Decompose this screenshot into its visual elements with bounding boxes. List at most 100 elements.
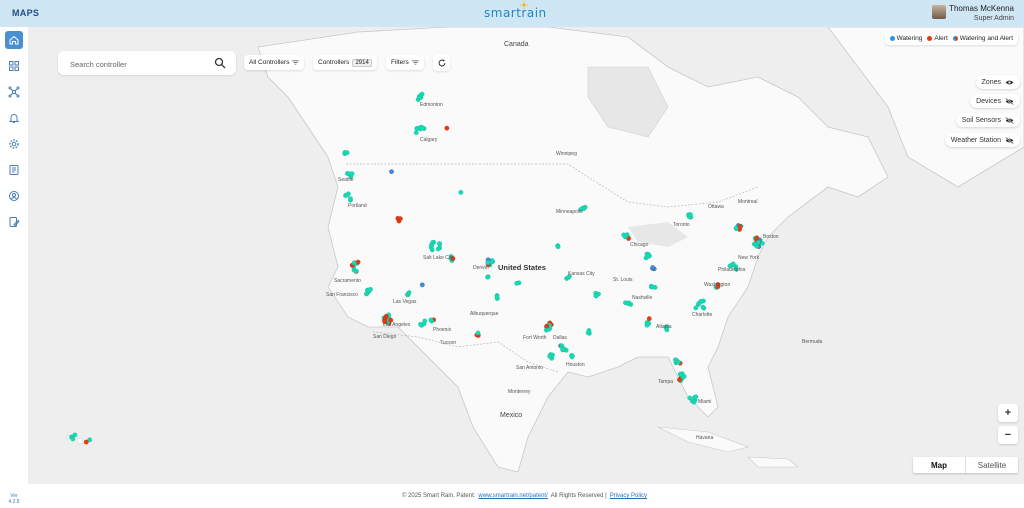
controller-marker[interactable] (349, 171, 355, 177)
layer-toggle-weather-station[interactable]: Weather Station (944, 133, 1020, 147)
filters-button[interactable]: Filters (386, 55, 424, 70)
controller-marker[interactable] (458, 190, 464, 195)
dashboard-grid-icon (9, 61, 19, 71)
privacy-policy-link[interactable]: Privacy Policy (610, 493, 647, 499)
controller-marker[interactable] (437, 241, 442, 246)
controller-marker[interactable] (626, 300, 632, 306)
controller-marker[interactable] (406, 290, 412, 295)
controller-marker[interactable] (418, 321, 423, 327)
map-type-satellite-button[interactable]: Satellite (966, 457, 1018, 473)
controller-filter-dropdown[interactable]: All Controllers (244, 55, 305, 70)
controller-marker[interactable] (755, 239, 761, 245)
controller-marker[interactable] (351, 260, 357, 266)
controller-marker[interactable] (621, 232, 627, 238)
sidebar-item-edit[interactable] (5, 213, 23, 231)
controller-marker[interactable] (475, 330, 481, 336)
sidebar-item-reports[interactable] (5, 161, 23, 179)
controller-marker[interactable] (444, 125, 450, 131)
controller-marker[interactable] (419, 282, 425, 288)
controllers-count-badge: 2914 (352, 58, 372, 67)
controller-marker[interactable] (677, 377, 682, 383)
refresh-button[interactable] (433, 54, 450, 71)
refresh-icon (438, 58, 445, 66)
controller-marker[interactable] (646, 254, 651, 259)
map-canvas[interactable]: Canada United States Mexico Edmonton Cal… (28, 27, 1024, 484)
controller-marker[interactable] (547, 354, 553, 359)
controller-marker[interactable] (422, 318, 428, 324)
controller-marker[interactable] (569, 354, 575, 360)
controller-marker[interactable] (419, 91, 425, 97)
sidebar-item-settings[interactable] (5, 135, 23, 153)
controller-marker[interactable] (737, 224, 743, 229)
controller-marker[interactable] (544, 323, 550, 329)
controller-marker[interactable] (83, 439, 89, 445)
controller-marker[interactable] (494, 295, 500, 300)
controller-marker[interactable] (428, 317, 434, 323)
controller-marker[interactable] (644, 322, 650, 328)
search-input[interactable] (68, 56, 212, 72)
watering-alert-dot-icon (952, 35, 958, 41)
controller-marker[interactable] (754, 243, 760, 249)
map-label-city: San Francisco (326, 292, 358, 298)
controller-marker[interactable] (754, 235, 760, 241)
controller-marker[interactable] (555, 244, 561, 250)
sun-icon (520, 1, 528, 9)
controller-marker[interactable] (687, 395, 693, 401)
controller-marker[interactable] (435, 246, 441, 252)
controller-marker[interactable] (514, 280, 520, 286)
controller-marker[interactable] (693, 305, 699, 311)
layer-toggle-zones[interactable]: Zones (975, 75, 1020, 89)
controller-marker[interactable] (593, 293, 599, 298)
controller-marker[interactable] (383, 314, 389, 319)
search-box (58, 51, 236, 75)
patent-link[interactable]: www.smartrain.net/patent/ (478, 493, 547, 499)
controller-marker[interactable] (344, 150, 350, 156)
controller-marker[interactable] (691, 399, 697, 405)
controller-marker[interactable] (366, 287, 372, 293)
controller-marker[interactable] (344, 192, 350, 198)
controller-marker[interactable] (429, 243, 434, 248)
controller-marker[interactable] (650, 265, 656, 270)
controller-marker[interactable] (348, 196, 353, 202)
search-icon[interactable] (214, 57, 226, 69)
controller-marker[interactable] (419, 125, 425, 131)
sidebar-item-network[interactable] (5, 83, 23, 101)
filters-label: Filters (391, 59, 409, 66)
controller-marker[interactable] (646, 316, 652, 321)
controller-marker[interactable] (681, 374, 687, 379)
legend-item-watering: Watering (889, 35, 922, 42)
controller-marker[interactable] (353, 268, 359, 274)
controller-marker[interactable] (673, 357, 678, 363)
avatar[interactable] (932, 5, 947, 19)
sidebar-item-alerts[interactable] (5, 109, 23, 127)
eye-icon (1005, 80, 1014, 84)
controller-marker[interactable] (489, 258, 495, 263)
controller-marker[interactable] (688, 212, 693, 217)
controller-marker[interactable] (586, 328, 592, 333)
controller-marker[interactable] (677, 372, 683, 377)
controller-marker[interactable] (416, 95, 422, 101)
controller-marker[interactable] (72, 432, 78, 438)
zoom-in-button[interactable]: + (998, 404, 1018, 422)
controller-marker[interactable] (398, 216, 403, 222)
controller-marker[interactable] (70, 436, 76, 442)
controller-marker[interactable] (696, 300, 702, 306)
sidebar-item-dashboard[interactable] (5, 57, 23, 75)
controller-marker[interactable] (485, 274, 491, 280)
controller-marker[interactable] (389, 169, 394, 175)
controller-marker[interactable] (650, 284, 655, 290)
map-type-map-button[interactable]: Map (913, 457, 966, 473)
sidebar-item-home[interactable] (5, 31, 23, 49)
controller-marker[interactable] (730, 261, 736, 267)
controller-marker[interactable] (413, 130, 419, 136)
sidebar-item-users[interactable] (5, 187, 23, 205)
user-menu[interactable]: Thomas McKenna Super Admin (932, 4, 1014, 23)
layer-toggle-devices[interactable]: Devices (970, 94, 1020, 108)
map-label-canada: Canada (504, 41, 529, 48)
zoom-out-button[interactable]: − (998, 426, 1018, 444)
map-label-city: San Antonio (516, 365, 543, 371)
controller-marker[interactable] (733, 225, 739, 231)
controller-marker[interactable] (560, 346, 565, 352)
layer-toggle-soil-sensors[interactable]: Soil Sensors (955, 113, 1020, 127)
controller-marker[interactable] (700, 304, 706, 310)
